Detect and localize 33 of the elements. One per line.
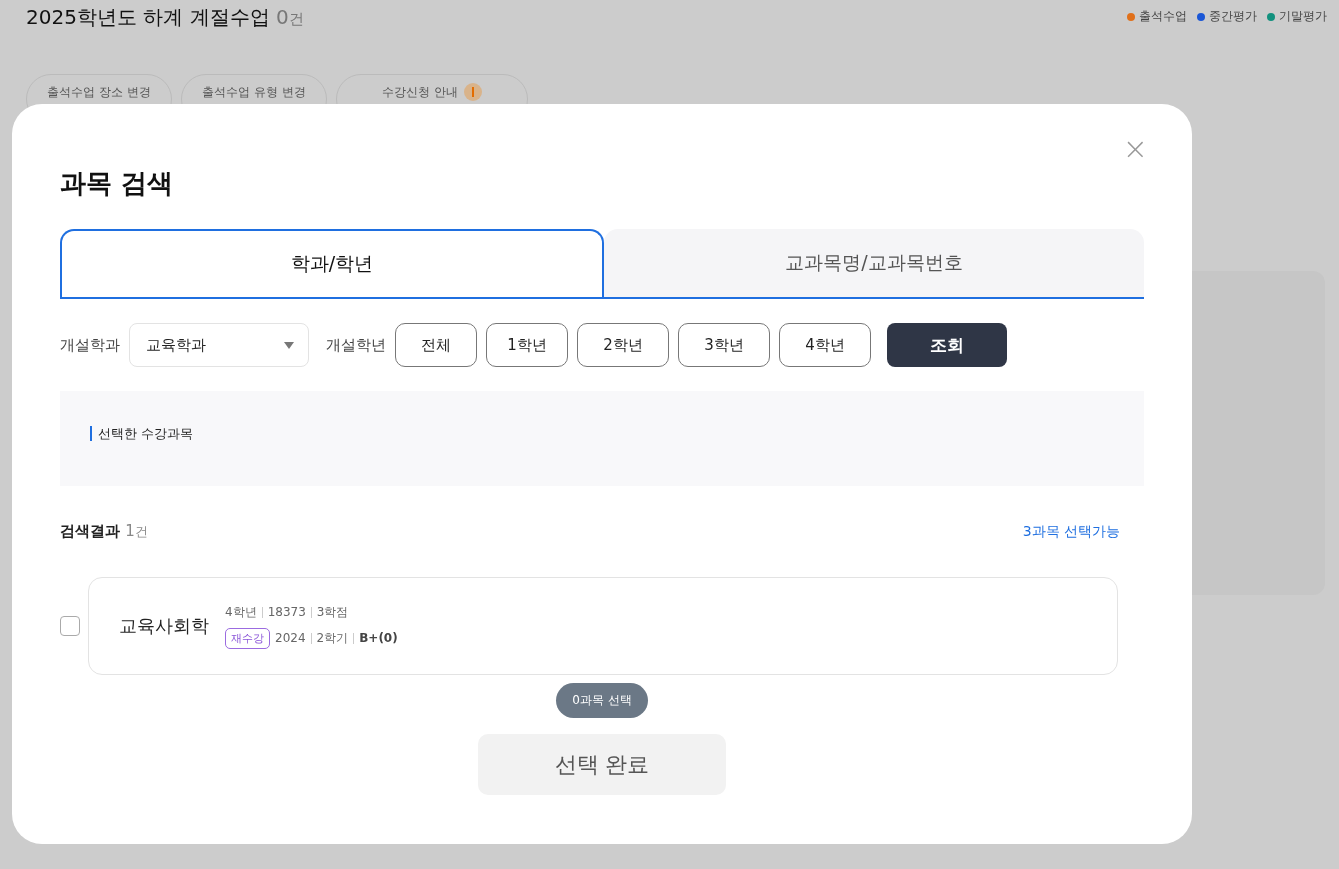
selection-count-badge: 0과목 선택 (556, 683, 648, 718)
filter-label: 개설학년 (326, 335, 386, 355)
course-term: 2학기 (316, 629, 349, 647)
legend-label: 중간평가 (1209, 8, 1257, 25)
dropdown-caret-icon (284, 341, 294, 349)
checkbox[interactable] (60, 616, 80, 636)
filter-label: 개설학과 (60, 335, 120, 355)
course-code: 18373 (267, 605, 306, 619)
course-score: B+(0) (359, 631, 398, 645)
grade-button[interactable]: 3학년 (678, 323, 770, 367)
done-button[interactable]: 선택 완료 (478, 734, 726, 795)
grade-button[interactable]: 전체 (395, 323, 477, 367)
grade-button[interactable]: 1학년 (486, 323, 568, 367)
tab[interactable]: 교과목명/교과목번호 (604, 229, 1144, 297)
search-button[interactable]: 조회 (887, 323, 1007, 367)
legend-label: 출석수업 (1139, 8, 1187, 25)
page-title: 2025학년도 하계 계절수업 0건 (26, 4, 304, 31)
limit-note: 3과목 선택가능 (1022, 522, 1120, 541)
legend-label: 기말평가 (1279, 8, 1327, 25)
results-heading: 검색결과 1건 (60, 522, 148, 541)
modal-title: 과목 검색 (60, 167, 175, 200)
grade-button[interactable]: 2학년 (577, 323, 669, 367)
course-card[interactable]: 교육사회학 4학년 18373 3학점 재수강 2024 2학기 B+(0) (88, 577, 1118, 675)
course-grade: 4학년 (225, 603, 257, 621)
course-credits: 3학점 (316, 603, 349, 621)
course-year: 2024 (275, 631, 306, 645)
alert-icon (463, 83, 482, 101)
retake-tag: 재수강 (225, 627, 270, 649)
grade-button[interactable]: 4학년 (779, 323, 871, 367)
tab[interactable]: 학과/학년 (60, 229, 604, 297)
course-name: 교육사회학 (119, 614, 209, 638)
section-title: 선택한 수강과목 (90, 426, 194, 441)
department-dropdown[interactable]: 교육학과 (129, 323, 309, 367)
